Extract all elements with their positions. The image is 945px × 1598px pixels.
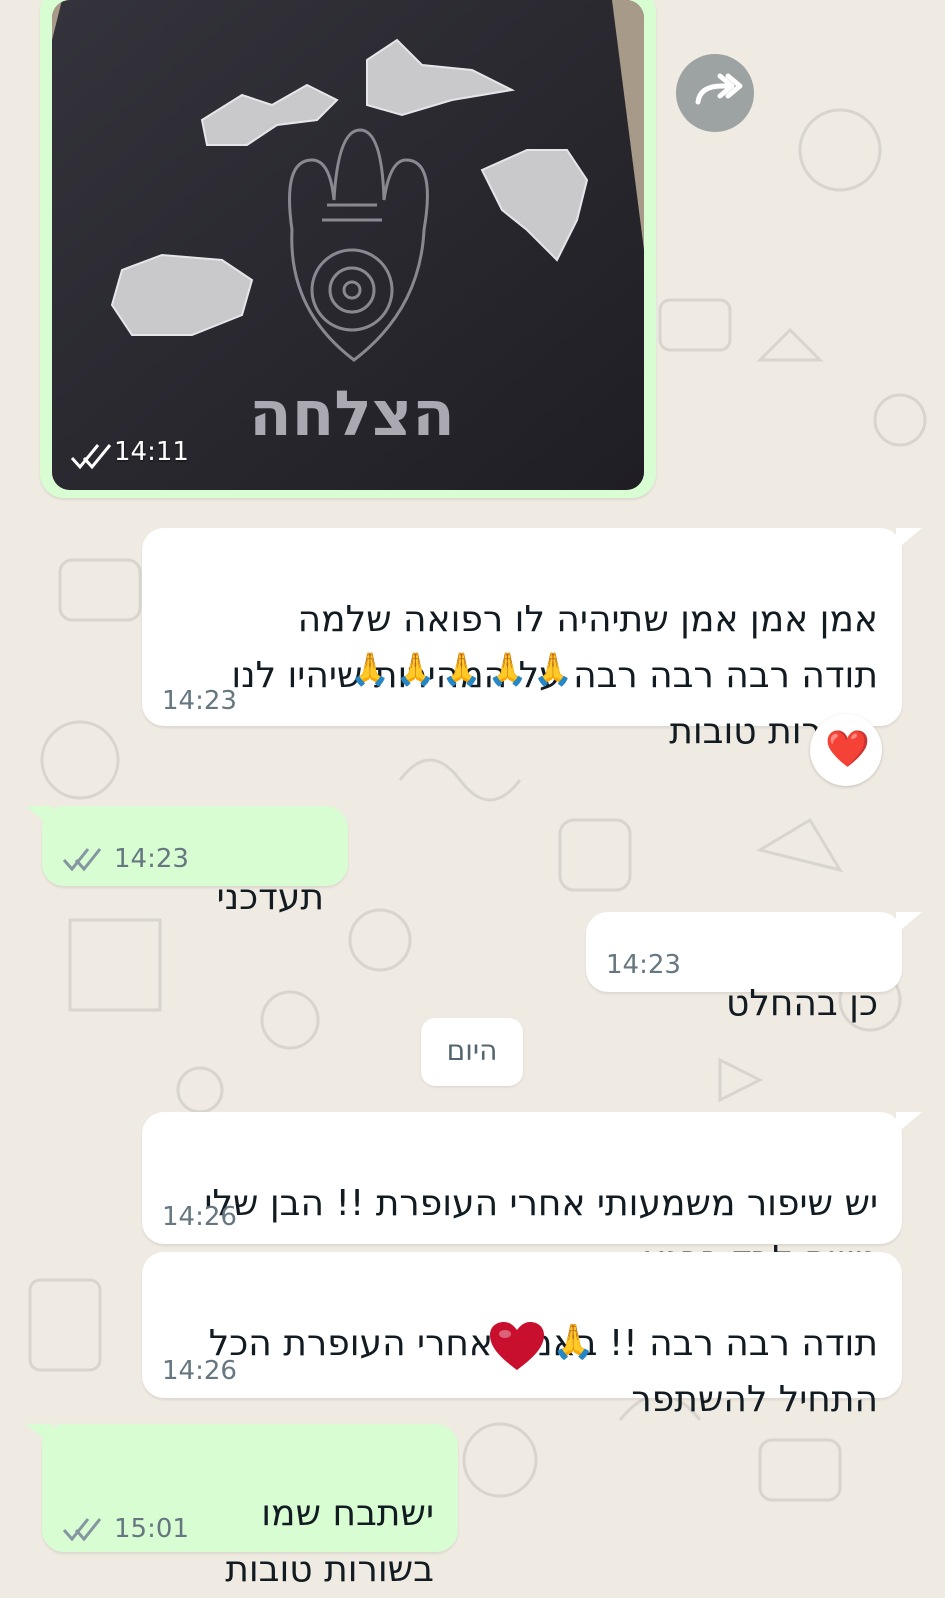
incoming-message[interactable]: כן בהחלט 14:23 [586, 912, 902, 1024]
message-time: 14:26 [162, 1202, 237, 1232]
message-time: 14:23 [162, 686, 237, 716]
read-ticks-icon [62, 1518, 102, 1542]
heart-reaction-icon: ❤️ [825, 729, 870, 770]
bubble-tail [896, 528, 922, 550]
read-ticks-icon [62, 848, 102, 872]
message-time: 14:23 [606, 950, 681, 980]
bubble-tail [26, 1424, 52, 1446]
date-separator: היום [421, 1018, 523, 1086]
outgoing-message[interactable]: ישתבח שמו בשורות טובות 15:01 [42, 1424, 458, 1590]
reaction-badge[interactable]: ❤️ [810, 714, 882, 786]
photo-message[interactable]: הצלחה 14:11 [40, 0, 656, 498]
incoming-message[interactable]: יש שיפור משמעותי אחרי העופרת !! הבן שלי … [142, 1112, 902, 1280]
towel-photo-image: הצלחה [52, 0, 644, 490]
outgoing-message[interactable]: תעדכני 14:23 [42, 806, 348, 918]
bubble-tail [896, 912, 922, 934]
towel-embroidered-text: הצלחה [249, 377, 455, 450]
message-time: 14:11 [114, 437, 189, 467]
message-time: 14:23 [114, 844, 189, 874]
message-time: 14:26 [162, 1356, 237, 1386]
prayer-emoji: 🙏 [552, 1322, 595, 1362]
red-heart-icon [490, 1322, 544, 1370]
incoming-message[interactable]: אמן אמן אמן שתיהיה לו רפואה שלמה תודה רב… [142, 528, 902, 752]
message-text: תעדכני [216, 877, 324, 918]
bubble-tail [26, 806, 52, 828]
bubble-tail [896, 1112, 922, 1134]
date-label: היום [446, 1034, 498, 1067]
message-text: ישתבח שמו בשורות טובות [225, 1493, 434, 1590]
message-time: 15:01 [114, 1514, 189, 1544]
incoming-message[interactable]: תודה רבה רבה !! באמת אחרי העופרת הכל התח… [142, 1252, 902, 1420]
forward-button[interactable] [676, 54, 754, 132]
forward-icon [695, 73, 743, 105]
message-photo[interactable]: הצלחה 14:11 [52, 0, 644, 490]
message-text: כן בהחלט [726, 983, 878, 1024]
prayer-emojis: 🙏🙏🙏🙏🙏 [350, 650, 580, 688]
